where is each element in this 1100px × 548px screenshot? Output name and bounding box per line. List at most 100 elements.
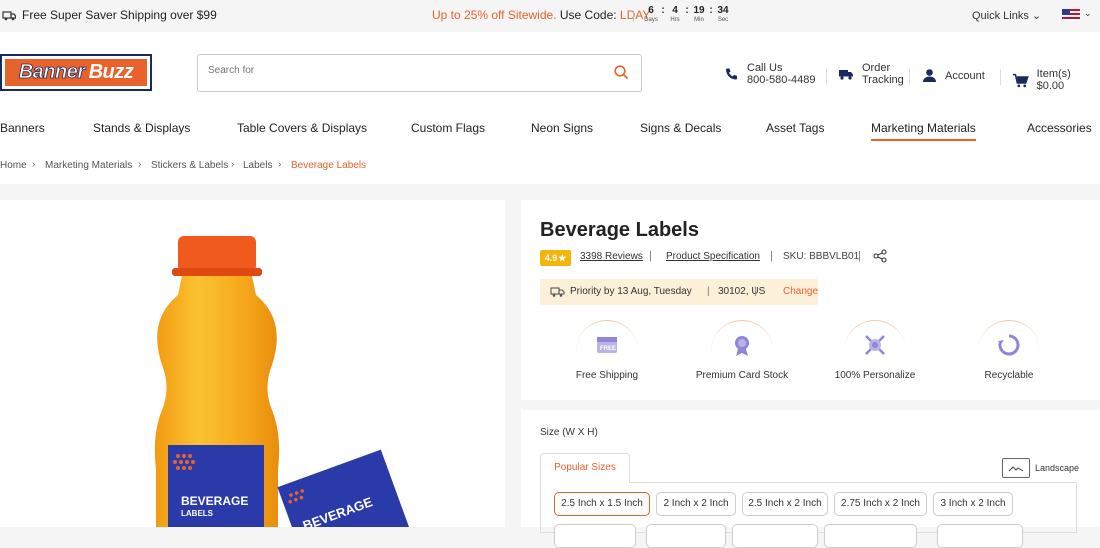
svg-text:FREE: FREE (600, 346, 616, 352)
star-icon: ★ (558, 252, 567, 263)
promo-code-label: Use Code: (559, 8, 617, 22)
call-us-link[interactable]: Call Us 800-580-4489 (724, 62, 816, 86)
chevron-right-icon: › (278, 159, 282, 170)
countdown-minutes: 19 Min (693, 5, 705, 23)
shipping-text: Free Super Saver Shipping over $99 (22, 8, 217, 22)
us-flag-icon[interactable] (1062, 9, 1080, 21)
countdown-colon: : (709, 5, 713, 16)
size-option[interactable] (824, 524, 917, 548)
product-title: Beverage Labels (540, 219, 699, 241)
product-info-panel: Beverage Labels 4.9 ★ 3398 Reviews | Pro… (521, 200, 1100, 400)
sitewide-promo: Up to 25% off Sitewide. Use Code: LDAY (432, 8, 650, 22)
divider: | (770, 250, 773, 262)
orientation-toggle[interactable]: Landscape (1002, 458, 1079, 478)
size-options: 2.5 Inch x 1.5 Inch 2 Inch x 2 Inch 2.5 … (540, 483, 1077, 548)
change-zip-link[interactable]: Change (783, 286, 818, 297)
nav-item-asset-tags[interactable]: Asset Tags (766, 121, 824, 135)
size-option[interactable]: 2.75 Inch x 2 Inch (834, 492, 927, 516)
size-option[interactable] (937, 524, 1023, 548)
size-option[interactable]: 2.5 Inch x 2 Inch (742, 492, 828, 516)
logo-word-buzz: Buzz (88, 61, 134, 83)
quick-links-menu[interactable]: Quick Links ⌄ (972, 9, 1041, 22)
breadcrumb-labels[interactable]: Labels (243, 160, 272, 171)
breadcrumb-home[interactable]: Home (0, 160, 27, 171)
delivery-estimate: Priority by 13 Aug, Tuesday | 30102, US … (540, 279, 818, 305)
bannerbuzz-logo[interactable]: Banner Buzz (0, 54, 152, 91)
shopping-cart-icon (1012, 73, 1029, 87)
order-label: Order (862, 62, 891, 74)
size-option[interactable] (732, 524, 818, 548)
size-option[interactable] (554, 524, 636, 548)
chevron-right-icon: › (32, 159, 36, 170)
feature-personalize: 100% Personalize (820, 320, 930, 384)
search-bar (197, 54, 642, 92)
countdown-seconds: 34 Sec (717, 5, 729, 23)
size-option[interactable]: 3 Inch x 2 Inch (933, 492, 1013, 516)
feature-premium-card-stock: Premium Card Stock (687, 320, 797, 384)
cart-summary: Item(s) $0.00 (1036, 68, 1071, 92)
nav-item-banners[interactable]: Banners (0, 121, 45, 135)
truck-icon (839, 70, 853, 80)
chevron-right-icon: › (138, 159, 142, 170)
feature-recyclable: Recyclable (954, 320, 1064, 384)
product-specification-link[interactable]: Product Specification (666, 251, 760, 262)
size-option[interactable]: 2 Inch x 2 Inch (656, 492, 736, 516)
recyclable-icon (998, 334, 1020, 356)
search-input[interactable] (208, 65, 588, 76)
tracking-label: Tracking (862, 74, 904, 86)
size-selector: Size (W X H) Popular Sizes Landscape 2.5… (521, 410, 1100, 548)
divider: | (707, 286, 710, 297)
main-navigation: Banners Stands & Displays Table Covers &… (0, 104, 1100, 148)
size-option-selected[interactable]: 2.5 Inch x 1.5 Inch (554, 492, 650, 516)
delivery-date: Priority by 13 Aug, Tuesday (570, 286, 692, 297)
countdown-timer: 6 Days : 4 Hrs : 19 Min : 34 Sec (644, 5, 730, 24)
divider: | (858, 250, 861, 262)
share-icon[interactable] (873, 249, 887, 263)
quick-links-label: Quick Links (972, 10, 1029, 22)
divider: | (649, 250, 652, 262)
nav-item-signs-decals[interactable]: Signs & Decals (640, 121, 721, 135)
chevron-down-icon[interactable]: ⌄ (1084, 8, 1092, 19)
phone-icon (726, 68, 737, 79)
nav-item-stands-displays[interactable]: Stands & Displays (93, 121, 190, 135)
countdown-days: 6 Days (644, 5, 658, 23)
site-header: BannerBuzz Call Us800-580-4489 OrderTrac… (0, 32, 1100, 104)
divider: | (754, 286, 757, 297)
product-image-panel[interactable]: BEVERAGE LABELS BEVERAGE (0, 200, 505, 527)
nav-item-table-covers[interactable]: Table Covers & Displays (237, 121, 367, 135)
breadcrumb-marketing-materials[interactable]: Marketing Materials (45, 160, 132, 171)
countdown-colon: : (685, 5, 689, 16)
truck-icon (550, 287, 565, 297)
divider (826, 69, 827, 85)
nav-item-custom-flags[interactable]: Custom Flags (411, 121, 485, 135)
product-sku: SKU: BBBVLB01 (783, 251, 860, 262)
cart-link[interactable]: Item(s) $0.00 (1012, 68, 1100, 92)
call-number: 800-580-4489 (747, 74, 816, 86)
tab-popular-sizes[interactable]: Popular Sizes (540, 453, 630, 483)
nav-item-neon-signs[interactable]: Neon Signs (531, 121, 593, 135)
countdown-colon: : (661, 5, 665, 16)
premium-card-stock-icon (735, 336, 749, 356)
breadcrumb-current: Beverage Labels (291, 160, 367, 171)
nav-item-accessories[interactable]: Accessories (1027, 121, 1092, 135)
breadcrumb: Home › Marketing Materials › Stickers & … (0, 148, 1100, 184)
nav-item-marketing-materials[interactable]: Marketing Materials (871, 121, 976, 141)
reviews-link[interactable]: 3398 Reviews (580, 251, 643, 262)
account-link[interactable]: Account (922, 68, 985, 83)
order-tracking-link[interactable]: Order Tracking (838, 62, 904, 86)
call-label: Call Us (747, 62, 783, 74)
search-icon[interactable] (614, 65, 629, 80)
chevron-down-icon: ⌄ (1031, 10, 1042, 22)
divider (909, 69, 910, 85)
breadcrumb-stickers-labels[interactable]: Stickers & Labels (151, 160, 228, 171)
rating-badge: 4.9 ★ (540, 250, 571, 266)
divider: | (632, 8, 636, 22)
size-option[interactable] (646, 524, 726, 548)
product-image: BEVERAGE LABELS BEVERAGE (154, 236, 412, 527)
countdown-hours: 4 Hrs (670, 5, 680, 23)
orientation-label: Landscape (1035, 463, 1080, 473)
promo-text: Up to 25% off Sitewide. (432, 8, 557, 22)
size-heading: Size (W X H) (540, 427, 598, 438)
account-label: Account (945, 69, 985, 82)
divider (1000, 69, 1001, 85)
